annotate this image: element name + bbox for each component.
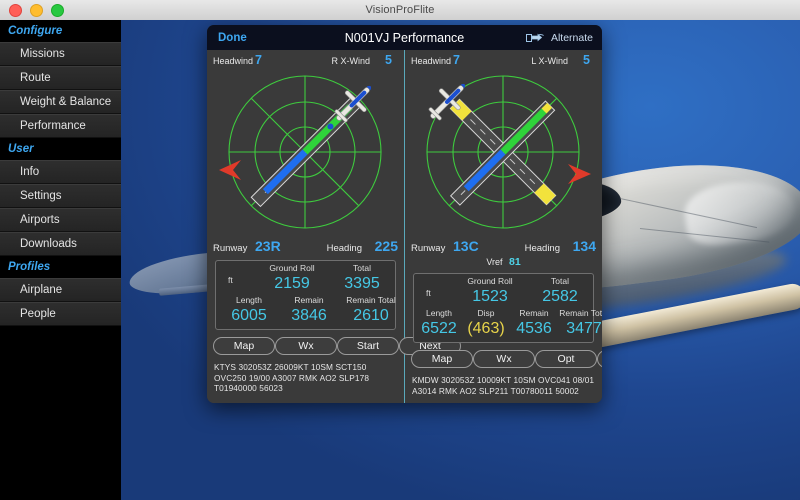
departure-wind-rose[interactable] — [207, 70, 404, 238]
sidebar-group-configure: Configure — [0, 20, 121, 42]
sidebar-item-info[interactable]: Info — [0, 160, 121, 184]
heading-label: Heading — [524, 243, 560, 254]
application-body: Configure Missions Route Weight & Balanc… — [0, 20, 800, 500]
departure-numbers-row-2: Length 6005 Remain 3846 Remain Total 261… — [216, 295, 396, 329]
arrival-wind-row: Headwind 7 L X-Wind 5 — [405, 53, 602, 70]
departure-numbers-box: ft Ground Roll 2159 Total 3395 Length 60… — [215, 260, 396, 330]
pointing-hand-icon — [525, 33, 544, 42]
crosswind-value: 5 — [385, 53, 392, 67]
window-title: VisionProFlite — [365, 4, 435, 16]
runway-label: Runway — [213, 243, 248, 254]
total-cell: Total 3395 — [344, 263, 380, 292]
remain-total-cell: Remain Total 2610 — [346, 295, 396, 324]
content-backdrop: Done N001VJ Performance Alternate Headwi… — [121, 20, 800, 500]
length-cell: Length 6005 — [231, 295, 267, 324]
performance-dialog: Done N001VJ Performance Alternate Headwi… — [207, 25, 602, 403]
alternate-button[interactable]: Alternate — [525, 31, 593, 44]
crosswind-value: 5 — [583, 53, 590, 67]
departure-numbers-row-1: Ground Roll 2159 Total 3395 — [216, 261, 395, 295]
dialog-body: Headwind 7 R X-Wind 5 Runway 23R Heading… — [207, 50, 602, 403]
total-cell: Total 2582 — [542, 276, 578, 305]
sidebar-item-settings[interactable]: Settings — [0, 184, 121, 208]
departure-wind-row: Headwind 7 R X-Wind 5 — [207, 53, 404, 70]
vref-label: Vref — [486, 257, 503, 267]
sidebar-group-profiles: Profiles — [0, 256, 121, 278]
headwind-value: 7 — [255, 53, 262, 67]
ground-roll-cell: Ground Roll 2159 — [269, 263, 315, 292]
ground-roll-cell: Ground Roll 1523 — [467, 276, 513, 305]
departure-runway-row: Runway 23R Heading 225 — [207, 238, 404, 256]
sidebar-item-downloads[interactable]: Downloads — [0, 232, 121, 256]
headwind-label: Headwind — [213, 56, 254, 66]
heading-value: 134 — [572, 238, 596, 254]
arrival-wind-rose[interactable] — [405, 70, 602, 238]
runway-value: 13C — [453, 238, 479, 254]
wx-button[interactable]: Wx — [275, 337, 337, 355]
sidebar-item-performance[interactable]: Performance — [0, 114, 121, 138]
alternate-label: Alternate — [550, 31, 593, 44]
heading-label: Heading — [326, 243, 362, 254]
arrival-metar-text: KMDW 302053Z 10009KT 10SM OVC041 08/01 A… — [412, 375, 595, 396]
next-button[interactable]: Next — [597, 350, 602, 368]
crosswind-label: R X-Wind — [331, 56, 370, 66]
sidebar-item-airplane[interactable]: Airplane — [0, 278, 121, 302]
arrival-numbers-box: ft Ground Roll 1523 Total 2582 Length 65… — [413, 273, 602, 343]
length-cell: Length 6522 — [421, 308, 457, 337]
sidebar-item-people[interactable]: People — [0, 302, 121, 326]
wx-button[interactable]: Wx — [473, 350, 535, 368]
sidebar-item-airports[interactable]: Airports — [0, 208, 121, 232]
arrival-panel: Headwind 7 L X-Wind 5 Runway 13C Heading… — [405, 50, 602, 403]
start-button[interactable]: Start — [337, 337, 399, 355]
sidebar-item-weight-and-balance[interactable]: Weight & Balance — [0, 90, 121, 114]
arrival-button-row: Map Wx Opt Next — [411, 350, 602, 368]
runway-value: 23R — [255, 238, 281, 254]
sidebar-item-missions[interactable]: Missions — [0, 42, 121, 66]
map-button[interactable]: Map — [411, 350, 473, 368]
window-titlebar: VisionProFlite — [0, 0, 800, 21]
arrival-numbers-row-1: Ground Roll 1523 Total 2582 — [414, 274, 593, 308]
sidebar-item-route[interactable]: Route — [0, 66, 121, 90]
remain-total-cell: Remain Total 3477 — [559, 308, 602, 337]
headwind-value: 7 — [453, 53, 460, 67]
map-button[interactable]: Map — [213, 337, 275, 355]
remain-cell: Remain 3846 — [291, 295, 327, 324]
crosswind-label: L X-Wind — [531, 56, 568, 66]
wind-direction-arrow — [568, 164, 591, 184]
dialog-header: Done N001VJ Performance Alternate — [207, 25, 602, 50]
remain-cell: Remain 4536 — [516, 308, 552, 337]
sidebar-group-user: User — [0, 138, 121, 160]
headwind-label: Headwind — [411, 56, 452, 66]
opt-button[interactable]: Opt — [535, 350, 597, 368]
vref-value: 81 — [509, 256, 521, 268]
sidebar-navigation: Configure Missions Route Weight & Balanc… — [0, 20, 121, 500]
arrival-numbers-row-2: Length 6522 Disp (463) Remain 4536 Remai… — [414, 308, 602, 342]
disp-cell: Disp (463) — [467, 308, 505, 337]
departure-panel: Headwind 7 R X-Wind 5 Runway 23R Heading… — [207, 50, 461, 403]
arrival-runway-row: Runway 13C Heading 134 — [405, 238, 602, 256]
heading-value: 225 — [374, 238, 398, 254]
runway-label: Runway — [411, 243, 446, 254]
departure-metar-text: KTYS 302053Z 26009KT 10SM SCT150 OVC250 … — [214, 362, 370, 393]
vref-row: Vref 81 — [405, 256, 602, 269]
departure-button-row: Map Wx Start Next — [213, 337, 461, 355]
